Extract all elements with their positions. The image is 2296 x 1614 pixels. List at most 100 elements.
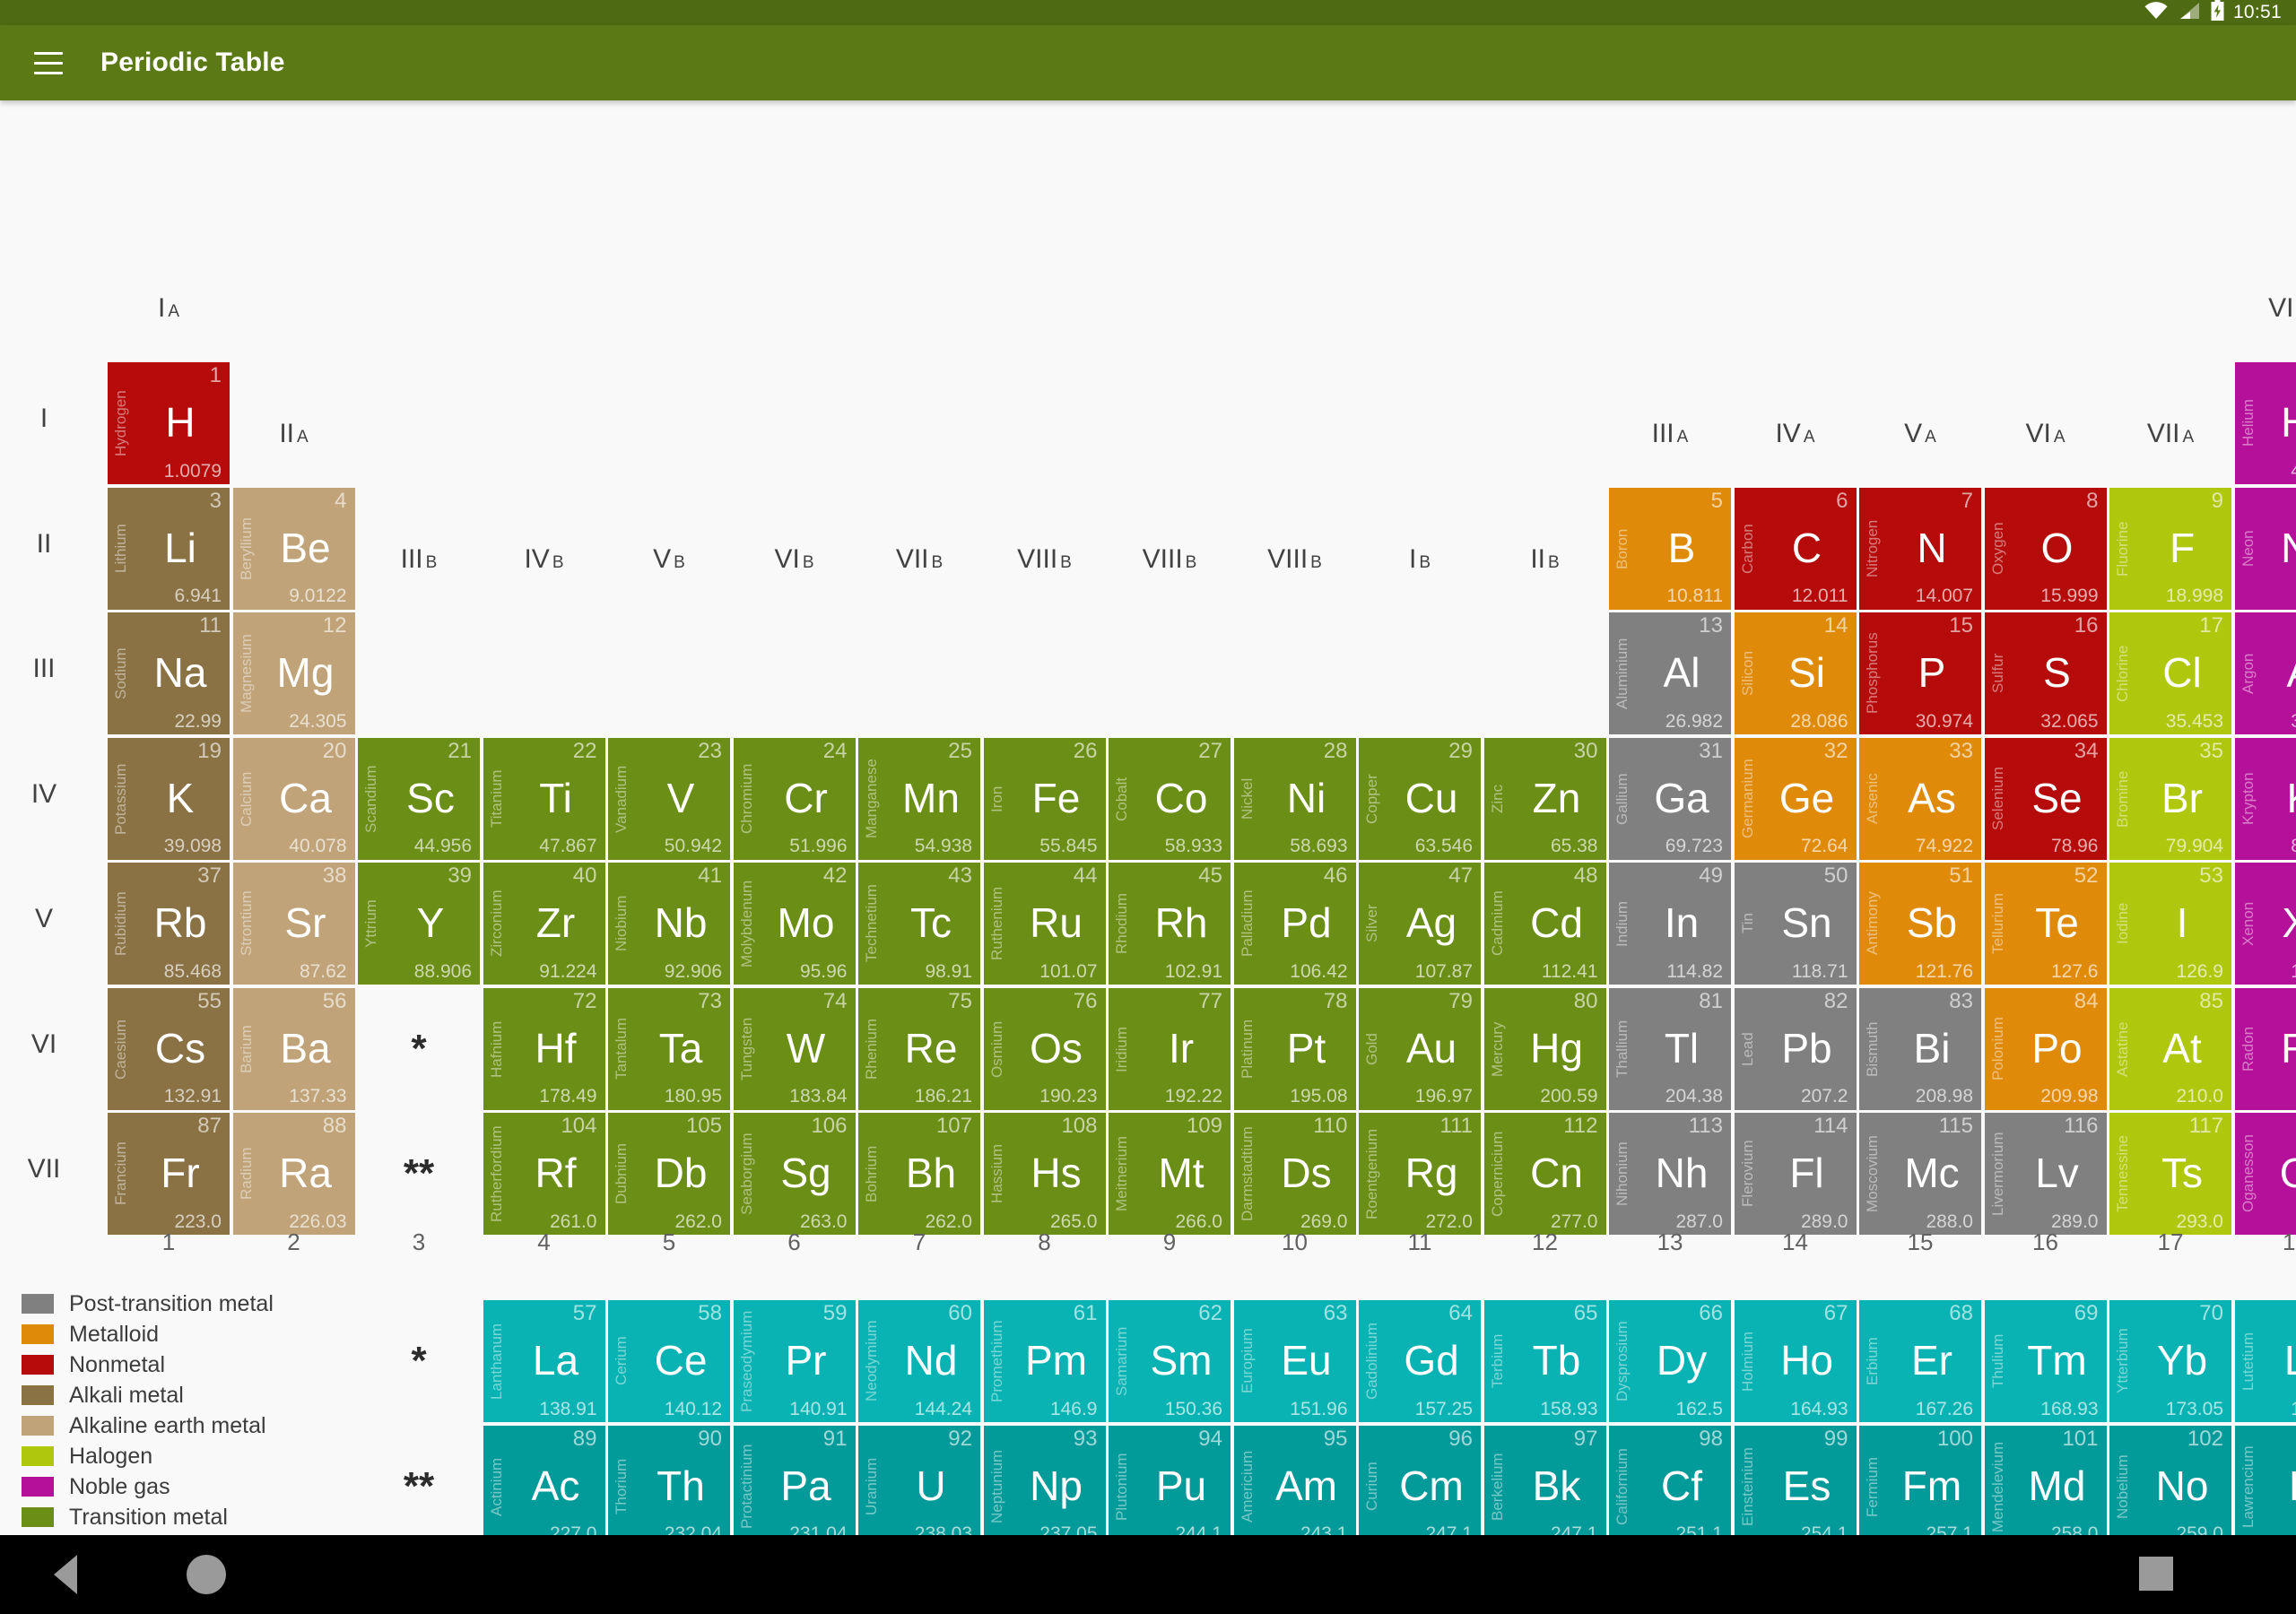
element-cell-f[interactable]: Fluorine 9 F 18.998 xyxy=(2109,487,2231,610)
element-cell-cl[interactable]: Chlorine 17 Cl 35.453 xyxy=(2109,612,2231,734)
element-cell-ne[interactable]: Neon10Ne20.18 xyxy=(2234,487,2296,610)
element-cell-cd[interactable]: Cadmium 48 Cd 112.41 xyxy=(1483,863,1606,985)
element-cell-fr[interactable]: Francium 87 Fr 223.0 xyxy=(108,1113,230,1235)
element-cell-pb[interactable]: Lead 82 Pb 207.2 xyxy=(1734,987,1857,1110)
element-cell-zr[interactable]: Zirconium 40 Zr 91.224 xyxy=(483,863,605,985)
element-cell-la[interactable]: Lanthanum 57 La 138.91 xyxy=(483,1300,605,1422)
element-cell-be[interactable]: Beryllium 4 Be 9.0122 xyxy=(232,487,355,610)
element-cell-rn[interactable]: Radon86Rn222.0 xyxy=(2234,987,2296,1110)
legend-item-nonmetal[interactable]: Nonmetal xyxy=(22,1349,274,1380)
element-cell-ta[interactable]: Tantalum 73 Ta 180.95 xyxy=(608,987,730,1110)
element-cell-pa[interactable]: Protactinium 91 Pa 231.04 xyxy=(733,1425,856,1548)
element-cell-sr[interactable]: Strontium 38 Sr 87.62 xyxy=(232,863,355,985)
element-cell-sc[interactable]: Scandium 21 Sc 44.956 xyxy=(358,737,480,860)
element-cell-zn[interactable]: Zinc 30 Zn 65.38 xyxy=(1483,737,1606,860)
element-cell-v[interactable]: Vanadium 23 V 50.942 xyxy=(608,737,730,860)
element-cell-tl[interactable]: Thallium 81 Tl 204.38 xyxy=(1609,987,1731,1110)
element-cell-bh[interactable]: Bohrium 107 Bh 262.0 xyxy=(858,1113,980,1235)
element-cell-nh[interactable]: Nihonium 113 Nh 287.0 xyxy=(1609,1113,1731,1235)
element-cell-br[interactable]: Bromine 35 Br 79.904 xyxy=(2109,737,2231,860)
element-cell-eu[interactable]: Europium 63 Eu 151.96 xyxy=(1233,1300,1356,1422)
element-cell-nd[interactable]: Neodymium 60 Nd 144.24 xyxy=(858,1300,980,1422)
element-cell-ti[interactable]: Titanium 22 Ti 47.867 xyxy=(483,737,605,860)
element-cell-nb[interactable]: Niobium 41 Nb 92.906 xyxy=(608,863,730,985)
element-cell-b[interactable]: Boron 5 B 10.811 xyxy=(1609,487,1731,610)
element-cell-h[interactable]: Hydrogen 1 H 1.0079 xyxy=(108,362,230,484)
element-cell-re[interactable]: Rhenium 75 Re 186.21 xyxy=(858,987,980,1110)
element-cell-am[interactable]: Americium 95 Am 243.1 xyxy=(1233,1425,1356,1548)
element-cell-c[interactable]: Carbon 6 C 12.011 xyxy=(1734,487,1857,610)
element-cell-db[interactable]: Dubnium 105 Db 262.0 xyxy=(608,1113,730,1235)
element-cell-mg[interactable]: Magnesium 12 Mg 24.305 xyxy=(232,612,355,734)
element-cell-dy[interactable]: Dysprosium 66 Dy 162.5 xyxy=(1609,1300,1731,1422)
element-cell-mn[interactable]: Manganese 25 Mn 54.938 xyxy=(858,737,980,860)
element-cell-cf[interactable]: Californium 98 Cf 251.1 xyxy=(1609,1425,1731,1548)
element-cell-u[interactable]: Uranium 92 U 238.03 xyxy=(858,1425,980,1548)
element-cell-es[interactable]: Einsteinium 99 Es 254.1 xyxy=(1734,1425,1857,1548)
element-cell-cr[interactable]: Chromium 24 Cr 51.996 xyxy=(733,737,856,860)
element-cell-lr[interactable]: Lawrencium103Lr262.0 xyxy=(2234,1425,2296,1548)
recents-square-icon[interactable] xyxy=(2139,1557,2173,1591)
element-cell-li[interactable]: Lithium 3 Li 6.941 xyxy=(108,487,230,610)
legend-item-halogen[interactable]: Halogen xyxy=(22,1441,274,1471)
element-cell-ts[interactable]: Tennessine 117 Ts 293.0 xyxy=(2109,1113,2231,1235)
element-cell-np[interactable]: Neptunium 93 Np 237.05 xyxy=(983,1425,1106,1548)
element-cell-rg[interactable]: Roentgenium 111 Rg 272.0 xyxy=(1359,1113,1481,1235)
element-cell-in[interactable]: Indium 49 In 114.82 xyxy=(1609,863,1731,985)
element-cell-hg[interactable]: Mercury 80 Hg 200.59 xyxy=(1483,987,1606,1110)
element-cell-hs[interactable]: Hassium 108 Hs 265.0 xyxy=(983,1113,1106,1235)
element-cell-as[interactable]: Arsenic 33 As 74.922 xyxy=(1859,737,1981,860)
element-cell-md[interactable]: Mendelevium 101 Md 258.0 xyxy=(1984,1425,2107,1548)
legend-item-alkaline_earth_metal[interactable]: Alkaline earth metal xyxy=(22,1410,274,1441)
element-cell-pm[interactable]: Promethium 61 Pm 146.9 xyxy=(983,1300,1106,1422)
element-cell-at[interactable]: Astatine 85 At 210.0 xyxy=(2109,987,2231,1110)
element-cell-cs[interactable]: Caesium 55 Cs 132.91 xyxy=(108,987,230,1110)
element-cell-rb[interactable]: Rubidium 37 Rb 85.468 xyxy=(108,863,230,985)
element-cell-y[interactable]: Yttrium 39 Y 88.906 xyxy=(358,863,480,985)
element-cell-lu[interactable]: Lutetium71Lu174.97 xyxy=(2234,1300,2296,1422)
element-cell-sn[interactable]: Tin 50 Sn 118.71 xyxy=(1734,863,1857,985)
legend-item-metalloid[interactable]: Metalloid xyxy=(22,1319,274,1349)
element-cell-mt[interactable]: Meitnerium 109 Mt 266.0 xyxy=(1109,1113,1231,1235)
element-cell-fe[interactable]: Iron 26 Fe 55.845 xyxy=(983,737,1106,860)
element-cell-bi[interactable]: Bismuth 83 Bi 208.98 xyxy=(1859,987,1981,1110)
element-cell-ca[interactable]: Calcium 20 Ca 40.078 xyxy=(232,737,355,860)
element-cell-hf[interactable]: Hafnium 72 Hf 178.49 xyxy=(483,987,605,1110)
home-circle-icon[interactable] xyxy=(187,1555,226,1594)
element-cell-gd[interactable]: Gadolinium 64 Gd 157.25 xyxy=(1359,1300,1481,1422)
back-triangle-icon[interactable] xyxy=(54,1555,77,1594)
element-cell-pd[interactable]: Palladium 46 Pd 106.42 xyxy=(1233,863,1356,985)
element-cell-ra[interactable]: Radium 88 Ra 226.03 xyxy=(232,1113,355,1235)
element-cell-sb[interactable]: Antimony 51 Sb 121.76 xyxy=(1859,863,1981,985)
element-cell-pu[interactable]: Plutonium 94 Pu 244.1 xyxy=(1109,1425,1231,1548)
element-cell-ni[interactable]: Nickel 28 Ni 58.693 xyxy=(1233,737,1356,860)
element-cell-th[interactable]: Thorium 90 Th 232.04 xyxy=(608,1425,730,1548)
element-cell-rf[interactable]: Rutherfordium 104 Rf 261.0 xyxy=(483,1113,605,1235)
element-cell-er[interactable]: Erbium 68 Er 167.26 xyxy=(1859,1300,1981,1422)
element-cell-ag[interactable]: Silver 47 Ag 107.87 xyxy=(1359,863,1481,985)
element-cell-he[interactable]: Helium2He4.0026 xyxy=(2234,362,2296,484)
element-cell-ac[interactable]: Actinium 89 Ac 227.0 xyxy=(483,1425,605,1548)
element-cell-p[interactable]: Phosphorus 15 P 30.974 xyxy=(1859,612,1981,734)
element-cell-fm[interactable]: Fermium 100 Fm 257.1 xyxy=(1859,1425,1981,1548)
element-cell-cm[interactable]: Curium 96 Cm 247.1 xyxy=(1359,1425,1481,1548)
element-cell-te[interactable]: Tellurium 52 Te 127.6 xyxy=(1984,863,2107,985)
element-cell-lv[interactable]: Livermorium 116 Lv 289.0 xyxy=(1984,1113,2107,1235)
element-cell-xe[interactable]: Xenon54Xe131.29 xyxy=(2234,863,2296,985)
element-cell-tc[interactable]: Technetium 43 Tc 98.91 xyxy=(858,863,980,985)
element-cell-s[interactable]: Sulfur 16 S 32.065 xyxy=(1984,612,2107,734)
element-cell-na[interactable]: Sodium 11 Na 22.99 xyxy=(108,612,230,734)
element-cell-pr[interactable]: Praseodymium 59 Pr 140.91 xyxy=(733,1300,856,1422)
element-cell-no[interactable]: Nobelium 102 No 259.0 xyxy=(2109,1425,2231,1548)
element-cell-o[interactable]: Oxygen 8 O 15.999 xyxy=(1984,487,2107,610)
element-cell-si[interactable]: Silicon 14 Si 28.086 xyxy=(1734,612,1857,734)
hamburger-menu-icon[interactable] xyxy=(25,39,72,86)
element-cell-kr[interactable]: Krypton36Kr83.798 xyxy=(2234,737,2296,860)
element-cell-ir[interactable]: Iridium 77 Ir 192.22 xyxy=(1109,987,1231,1110)
element-cell-bk[interactable]: Berkelium 97 Bk 247.1 xyxy=(1483,1425,1606,1548)
legend-item-post_transition_metal[interactable]: Post-transition metal xyxy=(22,1289,274,1319)
legend-item-alkali_metal[interactable]: Alkali metal xyxy=(22,1380,274,1410)
element-cell-pt[interactable]: Platinum 78 Pt 195.08 xyxy=(1233,987,1356,1110)
element-cell-al[interactable]: Aluminium 13 Al 26.982 xyxy=(1609,612,1731,734)
element-cell-fl[interactable]: Flerovium 114 Fl 289.0 xyxy=(1734,1113,1857,1235)
